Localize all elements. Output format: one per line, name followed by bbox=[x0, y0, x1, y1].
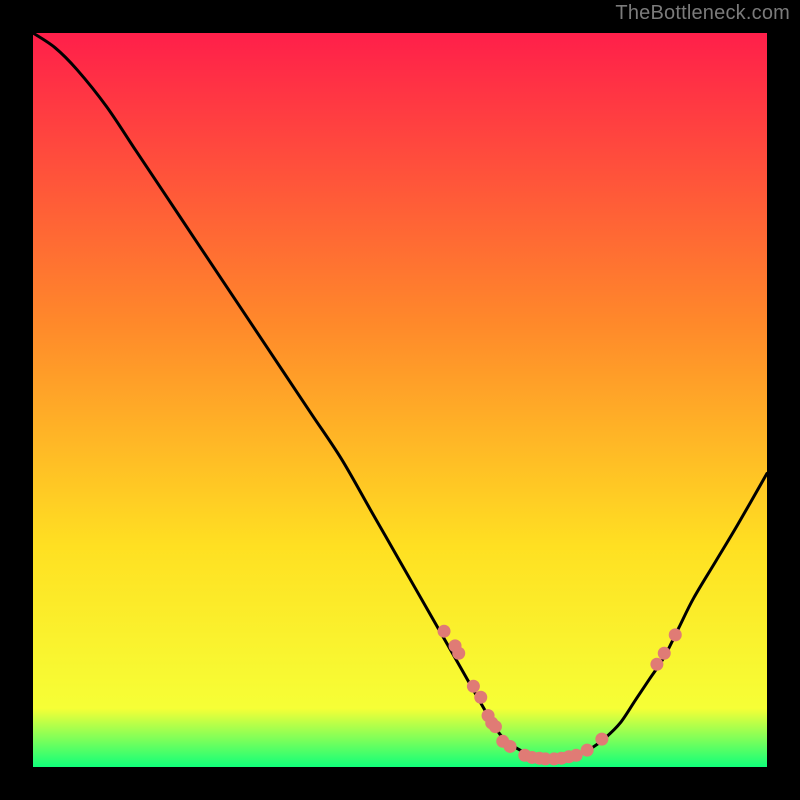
chart-background-gradient bbox=[33, 33, 767, 767]
plot-area bbox=[33, 33, 767, 767]
data-point bbox=[581, 744, 594, 757]
data-point bbox=[467, 680, 480, 693]
chart-frame: TheBottleneck.com bbox=[0, 0, 800, 800]
data-point bbox=[658, 647, 671, 660]
watermark-text: TheBottleneck.com bbox=[615, 2, 790, 25]
data-point bbox=[669, 628, 682, 641]
data-point bbox=[650, 658, 663, 671]
chart-svg bbox=[33, 33, 767, 767]
data-point bbox=[504, 740, 517, 753]
data-point bbox=[489, 720, 502, 733]
data-point bbox=[595, 733, 608, 746]
data-point bbox=[452, 647, 465, 660]
data-point bbox=[474, 691, 487, 704]
data-point bbox=[438, 625, 451, 638]
